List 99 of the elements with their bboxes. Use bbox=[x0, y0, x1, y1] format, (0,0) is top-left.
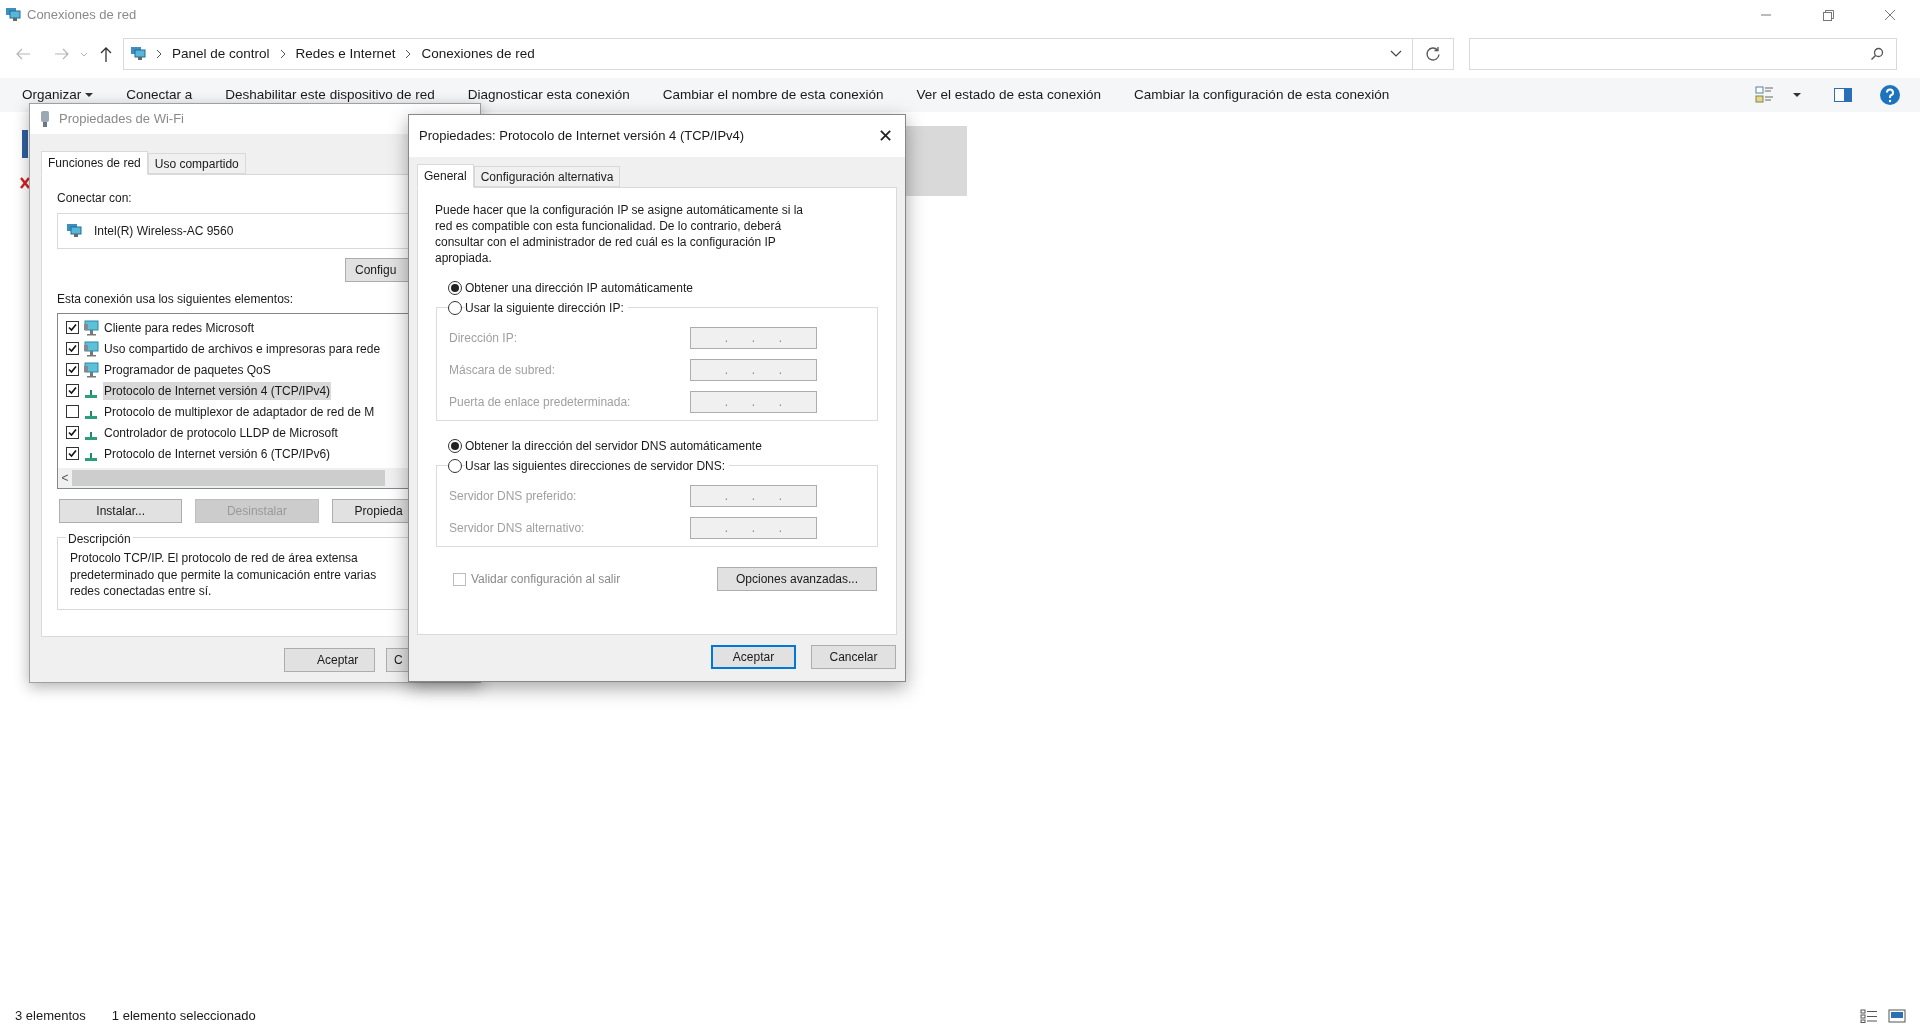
network-monitor-icon bbox=[83, 319, 99, 336]
dialog-button[interactable]: Instalar... bbox=[59, 499, 183, 523]
ip-separator: . bbox=[751, 362, 756, 379]
chevron-right-icon bbox=[404, 49, 413, 59]
list-label: Esta conexión usa los siguientes elementos: bbox=[57, 291, 295, 308]
scroll-left-button[interactable]: < bbox=[58, 469, 72, 487]
checkbox[interactable] bbox=[66, 384, 79, 397]
preview-pane-icon[interactable] bbox=[1834, 88, 1852, 102]
ip-separator: . bbox=[778, 394, 783, 411]
breadcrumb[interactable]: Panel de control bbox=[172, 43, 270, 65]
ip-separator: . bbox=[751, 520, 756, 537]
network-protocol-icon bbox=[85, 452, 97, 461]
dropdown-arrow-icon bbox=[85, 92, 94, 98]
ip-separator: . bbox=[778, 488, 783, 505]
ip-separator: . bbox=[751, 488, 756, 505]
radio-button[interactable] bbox=[448, 281, 462, 295]
list-item[interactable]: Cliente para redes Microsoft bbox=[103, 318, 256, 337]
dialog-button[interactable]: Opciones avanzadas... bbox=[717, 567, 877, 591]
error-x-icon bbox=[20, 177, 30, 189]
dialog-title: Propiedades: Protocolo de Internet versión 4 (TCP/IPv4) bbox=[419, 127, 745, 146]
up-arrow-icon[interactable] bbox=[99, 45, 113, 63]
field-label: Conectar con: bbox=[57, 190, 133, 207]
toolbar-command[interactable]: Organizar bbox=[22, 84, 94, 106]
ip-separator: . bbox=[724, 520, 729, 537]
dialog-button[interactable]: Cancelar bbox=[811, 645, 896, 669]
ip-separator: . bbox=[724, 330, 729, 347]
dialog-button[interactable]: Aceptar bbox=[284, 648, 375, 672]
dropdown-arrow-icon[interactable] bbox=[1793, 92, 1801, 98]
list-item[interactable]: Programador de paquetes QoS bbox=[103, 360, 272, 379]
field-label: Máscara de subred: bbox=[449, 362, 557, 379]
network-folder-icon bbox=[130, 46, 146, 62]
breadcrumb[interactable]: Redes e Internet bbox=[295, 43, 396, 65]
dialog-title: Propiedades de Wi-Fi bbox=[59, 110, 184, 129]
breadcrumb[interactable]: Conexiones de red bbox=[421, 43, 535, 65]
usb-adapter-icon bbox=[40, 110, 50, 128]
list-item[interactable]: Protocolo de Internet versión 6 (TCP/IPv6) bbox=[103, 444, 332, 463]
help-icon[interactable] bbox=[1879, 84, 1901, 106]
close-button[interactable]: ✕ bbox=[878, 127, 893, 145]
ip-separator: . bbox=[724, 362, 729, 379]
chevron-down-icon[interactable] bbox=[1390, 50, 1402, 58]
checkbox[interactable] bbox=[66, 363, 79, 376]
checkbox[interactable] bbox=[66, 321, 79, 334]
network-protocol-icon bbox=[85, 410, 97, 419]
refresh-button[interactable] bbox=[1413, 38, 1454, 70]
checkbox[interactable] bbox=[66, 447, 79, 460]
toolbar-command[interactable]: Deshabilitar este dispositivo de red bbox=[225, 84, 435, 106]
field-label: Dirección IP: bbox=[449, 330, 519, 347]
network-monitor-icon bbox=[83, 361, 99, 378]
radio-button[interactable] bbox=[448, 459, 462, 473]
description-text: Protocolo TCP/IP. El protocolo de red de área extensa predeterminado que permite la comunicación entre varias redes conectadas entre sí. bbox=[70, 550, 378, 600]
adapter-name: Intel(R) Wireless-AC 9560 bbox=[94, 223, 234, 240]
tab[interactable]: Funciones de red bbox=[41, 151, 148, 175]
address-bar[interactable]: Panel de control Redes e Internet Conexiones de red bbox=[123, 38, 1413, 70]
search-field[interactable] bbox=[1469, 38, 1897, 70]
list-item[interactable]: Uso compartido de archivos e impresoras para rede bbox=[103, 339, 382, 358]
network-protocol-icon bbox=[85, 431, 97, 440]
toolbar-command[interactable]: Cambiar el nombre de esta conexión bbox=[662, 84, 884, 106]
checkbox[interactable] bbox=[66, 342, 79, 355]
radio-button[interactable] bbox=[448, 439, 462, 453]
search-icon bbox=[1870, 47, 1884, 61]
toolbar-command[interactable]: Ver el estado de esta conexión bbox=[916, 84, 1102, 106]
folder-network-icon bbox=[5, 7, 21, 23]
toolbar-command[interactable]: Diagnosticar esta conexión bbox=[467, 84, 630, 106]
ip-separator: . bbox=[778, 520, 783, 537]
checkbox[interactable] bbox=[66, 426, 79, 439]
scrollbar-thumb[interactable] bbox=[72, 470, 385, 486]
window-title: Conexiones de red bbox=[27, 6, 137, 25]
ip-separator: . bbox=[724, 488, 729, 505]
radio-button[interactable] bbox=[448, 301, 462, 315]
large-icons-view-icon[interactable] bbox=[1888, 1009, 1906, 1023]
field-label: Puerta de enlace predeterminada: bbox=[449, 394, 632, 411]
dialog-button[interactable]: Aceptar bbox=[711, 645, 796, 669]
list-item[interactable]: Protocolo de multiplexor de adaptador de red de M bbox=[103, 402, 376, 421]
view-options-icon[interactable] bbox=[1755, 86, 1775, 104]
tab[interactable]: Uso compartido bbox=[147, 153, 246, 174]
chevron-right-icon bbox=[278, 49, 287, 59]
connection-icon bbox=[22, 130, 30, 160]
tab[interactable]: Configuración alternativa bbox=[473, 166, 621, 187]
ip-separator: . bbox=[778, 362, 783, 379]
network-adapter-icon bbox=[66, 223, 84, 239]
refresh-icon bbox=[1425, 46, 1441, 62]
status-text: 3 elementos bbox=[15, 1007, 86, 1026]
ip-separator: . bbox=[751, 330, 756, 347]
list-item[interactable]: Controlador de protocolo LLDP de Microsoft bbox=[103, 423, 339, 442]
tab[interactable]: General bbox=[417, 164, 474, 188]
ip-separator: . bbox=[724, 394, 729, 411]
details-view-icon[interactable] bbox=[1860, 1009, 1878, 1023]
list-item[interactable]: Protocolo de Internet versión 4 (TCP/IPv4) bbox=[103, 381, 332, 400]
field-label: Servidor DNS alternativo: bbox=[449, 520, 586, 537]
intro-text: Puede hacer que la configuración IP se asigne automáticamente si la red es compatible con esta funcionalidad. De lo contrario, deberá consultar con el administrador de red cuál es la configuración IP apropiada. bbox=[435, 202, 804, 266]
network-monitor-icon bbox=[83, 340, 99, 357]
chevron-right-icon bbox=[155, 49, 163, 59]
toolbar-command[interactable]: Cambiar la configuración de esta conexión bbox=[1134, 84, 1390, 106]
status-text: 1 elemento seleccionado bbox=[111, 1007, 256, 1026]
toolbar-command[interactable]: Conectar a bbox=[126, 84, 193, 106]
ip-separator: . bbox=[751, 394, 756, 411]
ip-separator: . bbox=[778, 330, 783, 347]
network-protocol-icon bbox=[85, 389, 97, 398]
checkbox[interactable] bbox=[66, 405, 79, 418]
